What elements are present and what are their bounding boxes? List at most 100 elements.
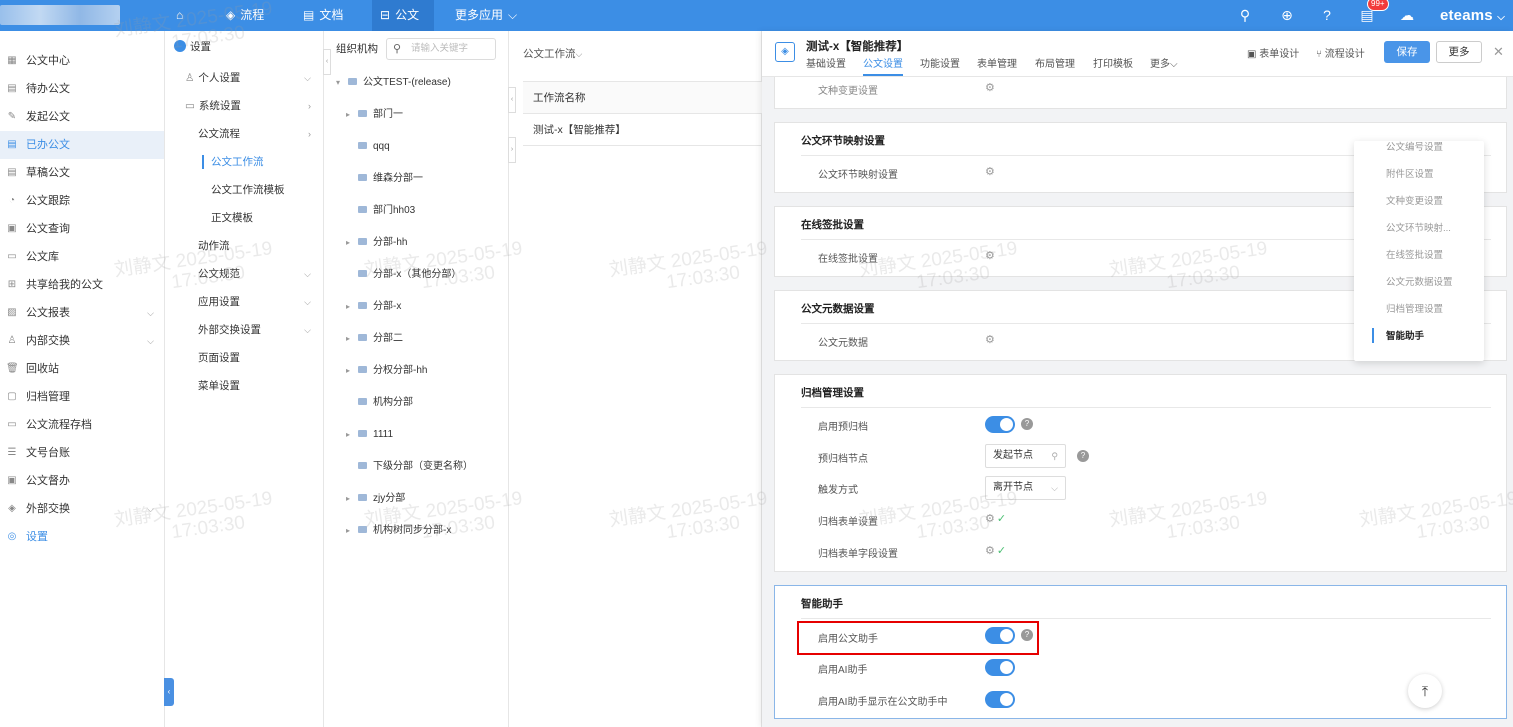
doc-icon: ▤	[7, 83, 17, 94]
notification-icon[interactable]: ▤ 99+	[1357, 0, 1389, 31]
pre-archive-toggle[interactable]	[985, 416, 1015, 433]
nav-item-flow-archive[interactable]: ▭ 公文流程存档	[0, 411, 164, 439]
nav-item-draft[interactable]: ▤ 草稿公文	[0, 159, 164, 187]
org-node[interactable]: 维森分部一	[358, 169, 423, 189]
ai-in-doc-assistant-toggle[interactable]	[985, 691, 1015, 708]
tab-print[interactable]: 打印模板	[1093, 55, 1133, 74]
settings-doc-workflow[interactable]: 公文工作流	[165, 148, 323, 176]
nav-item-trash[interactable]: 🗑 回收站	[0, 355, 164, 383]
settings-page[interactable]: 页面设置	[165, 344, 323, 372]
nav-item-archive[interactable]: ▢ 归档管理	[0, 383, 164, 411]
add-icon[interactable]: ⊕	[1277, 0, 1297, 31]
settings-action-flow[interactable]: 动作流	[165, 232, 323, 260]
org-node[interactable]: ▸ 部门一	[346, 105, 403, 125]
settings-workflow-template[interactable]: 公文工作流模板	[165, 176, 323, 204]
check-icon: ▣	[7, 475, 17, 486]
gear-icon[interactable]: ⚙	[985, 333, 995, 346]
trigger-mode-select[interactable]: 离开节点 ⌵	[985, 476, 1066, 500]
tab-function[interactable]: 功能设置	[920, 55, 960, 74]
nav-item-ledger[interactable]: ☰ 文号台账	[0, 439, 164, 467]
settings-doc-flow[interactable]: 公文流程 ›	[165, 120, 323, 148]
gear-icon[interactable]: ⚙	[985, 249, 995, 262]
org-node[interactable]: ▸ 1111	[346, 425, 393, 445]
table-row[interactable]: 测试-x【智能推荐】	[523, 114, 762, 146]
gear-icon[interactable]: ⚙	[985, 81, 995, 94]
more-button[interactable]: 更多	[1436, 41, 1482, 63]
settings-app[interactable]: 应用设置 ⌵	[165, 288, 323, 316]
tab-form[interactable]: 表单管理	[977, 55, 1017, 74]
org-node[interactable]: ▸ 分部二	[346, 329, 403, 349]
search-icon: ⚲	[1051, 451, 1058, 461]
nav-flow[interactable]: ◈ 流程	[218, 0, 272, 31]
org-node[interactable]: 部门hh03	[358, 201, 415, 221]
settings-system[interactable]: ▭ 系统设置 ›	[165, 92, 323, 120]
divider	[801, 407, 1491, 408]
flow-design-button[interactable]: ⑂ 流程设计	[1316, 45, 1365, 60]
nav-item-report[interactable]: ▨ 公文报表 ⌵	[0, 299, 164, 327]
nav-item-done[interactable]: ▤ 已办公文	[0, 131, 164, 159]
tab-more[interactable]: 更多⌵	[1150, 55, 1178, 74]
anchor-item[interactable]: 附件区设置	[1386, 166, 1434, 180]
nav-item-center[interactable]: ▦ 公文中心	[0, 47, 164, 75]
gear-icon[interactable]: ⚙	[985, 165, 995, 178]
nav-item-settings[interactable]: ◎ 设置	[0, 523, 164, 551]
pre-archive-node-select[interactable]: 发起节点 ⚲	[985, 444, 1066, 468]
org-node[interactable]: 机构分部	[358, 393, 413, 413]
nav-docs[interactable]: ▤ 文档	[295, 0, 351, 31]
nav-item-internal-exchange[interactable]: ♙ 内部交换 ⌵	[0, 327, 164, 355]
nav-gongwen[interactable]: ⊟ 公文	[372, 0, 434, 31]
tab-doc-settings[interactable]: 公文设置	[863, 55, 903, 76]
anchor-item[interactable]: 归档管理设置	[1386, 301, 1443, 315]
tab-layout[interactable]: 布局管理	[1035, 55, 1075, 74]
nav-item-query[interactable]: ▣ 公文查询	[0, 215, 164, 243]
nav-item-library[interactable]: ▭ 公文库	[0, 243, 164, 271]
anchor-item-active[interactable]: 智能助手	[1386, 328, 1424, 342]
close-icon[interactable]: ✕	[1493, 44, 1504, 60]
anchor-item[interactable]: 公文环节映射...	[1386, 220, 1451, 234]
nav-item-todo[interactable]: ▤ 待办公文	[0, 75, 164, 103]
back-to-top-button[interactable]: ⤒	[1408, 674, 1442, 708]
org-node[interactable]: 分部-x（其他分部）	[358, 265, 461, 285]
collapse-left-arrow[interactable]: ‹	[323, 49, 331, 75]
home-button[interactable]: ⌂	[168, 0, 191, 31]
nav-item-track[interactable]: ◔ 公文跟踪	[0, 187, 164, 215]
settings-doc-spec[interactable]: 公文规范 ⌵	[165, 260, 323, 288]
anchor-item[interactable]: 公文元数据设置	[1386, 274, 1453, 288]
org-node[interactable]: ▸ 分部-hh	[346, 233, 407, 253]
settings-personal[interactable]: ♙ 个人设置 ⌵	[165, 64, 323, 92]
org-node[interactable]: 下级分部（变更名称）	[358, 457, 473, 477]
workflow-type-dropdown[interactable]: 公文工作流⌵	[523, 46, 582, 61]
search-icon[interactable]: ⚲	[1235, 0, 1255, 31]
org-node[interactable]: ▸ 机构树同步分部-x	[346, 521, 451, 541]
anchor-item[interactable]: 在线签批设置	[1386, 247, 1443, 261]
ai-assistant-toggle[interactable]	[985, 659, 1015, 676]
org-node-root[interactable]: ▾ 公文TEST-(release)	[336, 73, 451, 93]
tab-basic[interactable]: 基础设置	[806, 55, 846, 74]
save-button[interactable]: 保存	[1384, 41, 1430, 63]
cloud-icon[interactable]: ☁	[1397, 0, 1417, 31]
brand-menu[interactable]: eteams ⌵	[1440, 0, 1505, 33]
help-icon[interactable]: ?	[1317, 0, 1337, 31]
form-design-button[interactable]: ▣ 表单设计	[1247, 45, 1299, 60]
org-node[interactable]: ▸ 分权分部-hh	[346, 361, 427, 381]
caret-right-icon: ▸	[346, 526, 351, 535]
nav-item-start[interactable]: ✎ 发起公文	[0, 103, 164, 131]
org-node[interactable]: ▸ zjy分部	[346, 489, 405, 509]
nav-item-supervise[interactable]: ▣ 公文督办	[0, 467, 164, 495]
settings-body-template[interactable]: 正文模板	[165, 204, 323, 232]
org-node[interactable]: qqq	[358, 137, 390, 157]
gear-icon[interactable]: ⚙ ✓	[985, 544, 1006, 557]
anchor-item[interactable]: 公文编号设置	[1386, 139, 1443, 153]
settings-external-exchange[interactable]: 外部交换设置 ⌵	[165, 316, 323, 344]
anchor-item[interactable]: 文种变更设置	[1386, 193, 1443, 207]
nav-more-apps[interactable]: 更多应用 ⌵	[447, 0, 525, 31]
help-icon[interactable]: ?	[1077, 450, 1089, 462]
settings-menu[interactable]: 菜单设置	[165, 372, 323, 400]
flow-icon: ⑂	[1316, 49, 1322, 60]
help-icon[interactable]: ?	[1021, 418, 1033, 430]
nav-item-shared[interactable]: ⊞ 共享给我的公文	[0, 271, 164, 299]
org-node[interactable]: ▸ 分部-x	[346, 297, 401, 317]
nav-item-external-exchange[interactable]: ◈ 外部交换 ⌵	[0, 495, 164, 523]
org-search-input[interactable]: ⚲ 请输入关键字	[386, 38, 496, 60]
gear-icon[interactable]: ⚙ ✓	[985, 512, 1006, 525]
